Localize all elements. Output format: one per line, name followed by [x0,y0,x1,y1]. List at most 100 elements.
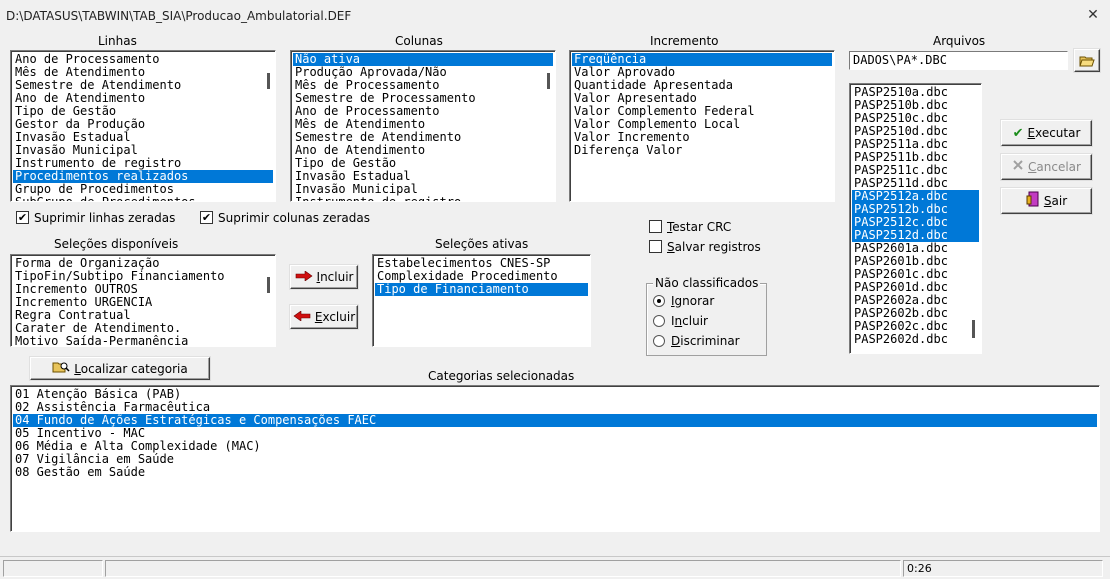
testar-crc-checkbox[interactable] [649,220,662,233]
colunas-scrollbar[interactable] [547,73,550,89]
list-item[interactable]: PASP2511d.dbc [852,177,979,190]
selecoes-ativas-listbox[interactable]: Estabelecimentos CNES-SP Complexidade Pro… [372,254,591,347]
list-item[interactable]: Tipo de Gestão [293,157,553,170]
suprimir-linhas-label: Suprimir linhas zeradas [34,211,176,225]
list-item[interactable]: Instrumento de registro [13,157,273,170]
list-item[interactable]: Diferença Valor [572,144,832,157]
list-item[interactable]: Freqüência [572,53,832,66]
list-item[interactable]: PASP2511c.dbc [852,164,979,177]
list-item[interactable]: PASP2602b.dbc [852,307,979,320]
list-item[interactable]: Mês de Atendimento [13,66,273,79]
list-item[interactable]: Invasão Estadual [13,131,273,144]
list-item[interactable]: PASP2602a.dbc [852,294,979,307]
list-item[interactable]: Motivo Saída-Permanência [13,335,273,346]
list-item[interactable]: Grupo de Procedimentos [13,183,273,196]
executar-button[interactable]: ✔ Executar [1001,120,1092,146]
list-item[interactable]: PASP2510d.dbc [852,125,979,138]
list-item[interactable]: PASP2512c.dbc [852,216,979,229]
list-item[interactable]: Não ativa [293,53,553,66]
list-item[interactable]: 07 Vigilância em Saúde [13,453,1097,466]
list-item[interactable]: Forma de Organização [13,257,273,270]
list-item[interactable]: Semestre de Atendimento [293,131,553,144]
list-item[interactable]: Invasão Municipal [293,183,553,196]
list-item[interactable]: PASP2510b.dbc [852,99,979,112]
excluir-button[interactable]: Excluir [290,305,358,329]
colunas-listbox[interactable]: Não ativa Produção Aprovada/Não Mês de Pro… [290,50,556,202]
list-item[interactable]: Semestre de Processamento [293,92,553,105]
list-item[interactable]: PASP2511a.dbc [852,138,979,151]
list-item[interactable]: Procedimentos realizados [13,170,273,183]
suprimir-linhas-checkbox[interactable]: ✔ [16,211,29,224]
list-item[interactable]: Incremento URGENCIA [13,296,273,309]
list-item[interactable]: Valor Complemento Federal [572,105,832,118]
list-item[interactable]: Valor Aprovado [572,66,832,79]
list-item[interactable]: 05 Incentivo - MAC [13,427,1097,440]
browse-folder-button[interactable] [1074,49,1100,72]
list-item[interactable]: Ano de Processamento [293,105,553,118]
list-item[interactable]: TipoFin/Subtipo Financiamento [13,270,273,283]
list-item[interactable]: Gestor da Produção [13,118,273,131]
list-item[interactable]: Incremento OUTROS [13,283,273,296]
list-item[interactable]: PASP2602d.dbc [852,333,979,346]
list-item[interactable]: 04 Fundo de Ações Estratégicas e Compens… [13,414,1097,427]
list-item[interactable]: Estabelecimentos CNES-SP [375,257,588,270]
list-item[interactable]: Ano de Processamento [13,53,273,66]
list-item[interactable]: Valor Apresentado [572,92,832,105]
incluir-button[interactable]: Incluir [290,265,358,289]
executar-label: Executar [1027,126,1081,140]
list-item[interactable]: Regra Contratual [13,309,273,322]
selecoes-disponiveis-listbox[interactable]: Forma de Organização TipoFin/Subtipo Fina… [10,254,276,347]
arquivos-file-list[interactable]: PASP2510a.dbc PASP2510b.dbc PASP2510c.dbc P… [849,83,982,354]
salvar-registros-checkbox[interactable] [649,240,662,253]
list-item[interactable]: 08 Gestão em Saúde [13,466,1097,479]
incluir-radio[interactable] [653,315,665,327]
linhas-scrollbar[interactable] [267,73,270,89]
sair-button[interactable]: Sair [1001,188,1092,214]
list-item[interactable]: Carater de Atendimento. [13,322,273,335]
list-item[interactable]: PASP2601a.dbc [852,242,979,255]
list-item[interactable]: Ano de Atendimento [293,144,553,157]
list-item[interactable]: PASP2512b.dbc [852,203,979,216]
list-item[interactable]: Complexidade Procedimento [375,270,588,283]
categorias-rows: 01 Atenção Básica (PAB) 02 Assistência Fa… [13,388,1097,479]
list-item[interactable]: PASP2510c.dbc [852,112,979,125]
list-item[interactable]: 06 Média e Alta Complexidade (MAC) [13,440,1097,453]
list-item[interactable]: 01 Atenção Básica (PAB) [13,388,1097,401]
list-item[interactable]: Tipo de Financiamento [375,283,588,296]
list-item[interactable]: Produção Aprovada/Não [293,66,553,79]
localizar-categoria-button[interactable]: Localizar categoria [30,357,210,380]
discriminar-radio[interactable] [653,335,665,347]
list-item[interactable]: Semestre de Atendimento [13,79,273,92]
arquivos-filter-input[interactable]: DADOS\PA*.DBC [849,51,1068,70]
list-item[interactable]: Instrumento de registro [293,196,553,201]
disponiveis-scrollbar[interactable] [267,277,270,293]
close-icon[interactable]: ✕ [1082,5,1104,25]
list-item[interactable]: SubGrupo de Procedimentos [13,196,273,201]
list-item[interactable]: Quantidade Apresentada [572,79,832,92]
list-item[interactable]: 02 Assistência Farmacêutica [13,401,1097,414]
ignorar-radio[interactable] [653,295,665,307]
list-item[interactable]: PASP2512a.dbc [852,190,979,203]
list-item[interactable]: PASP2512d.dbc [852,229,979,242]
list-item[interactable]: Invasão Municipal [13,144,273,157]
arquivos-scrollbar[interactable] [972,320,975,338]
list-item[interactable]: Invasão Estadual [293,170,553,183]
list-item[interactable]: Valor Incremento [572,131,832,144]
list-item[interactable]: PASP2602c.dbc [852,320,979,333]
list-item[interactable]: PASP2601b.dbc [852,255,979,268]
list-item[interactable]: Tipo de Gestão [13,105,273,118]
list-item[interactable]: PASP2510a.dbc [852,86,979,99]
list-item[interactable]: PASP2511b.dbc [852,151,979,164]
colunas-label: Colunas [395,34,443,48]
list-item[interactable]: PASP2601c.dbc [852,268,979,281]
list-item[interactable]: Valor Complemento Local [572,118,832,131]
list-item[interactable]: Mês de Atendimento [293,118,553,131]
list-item[interactable]: Mês de Processamento [293,79,553,92]
categorias-listbox[interactable]: 01 Atenção Básica (PAB) 02 Assistência Fa… [10,385,1100,532]
cancelar-button[interactable]: Cancelar [1001,154,1092,180]
suprimir-colunas-checkbox[interactable]: ✔ [200,211,213,224]
incremento-listbox[interactable]: Freqüência Valor Aprovado Quantidade Apres… [569,50,835,202]
list-item[interactable]: PASP2601d.dbc [852,281,979,294]
list-item[interactable]: Ano de Atendimento [13,92,273,105]
linhas-listbox[interactable]: Ano de Processamento Mês de Atendimento Se… [10,50,276,202]
